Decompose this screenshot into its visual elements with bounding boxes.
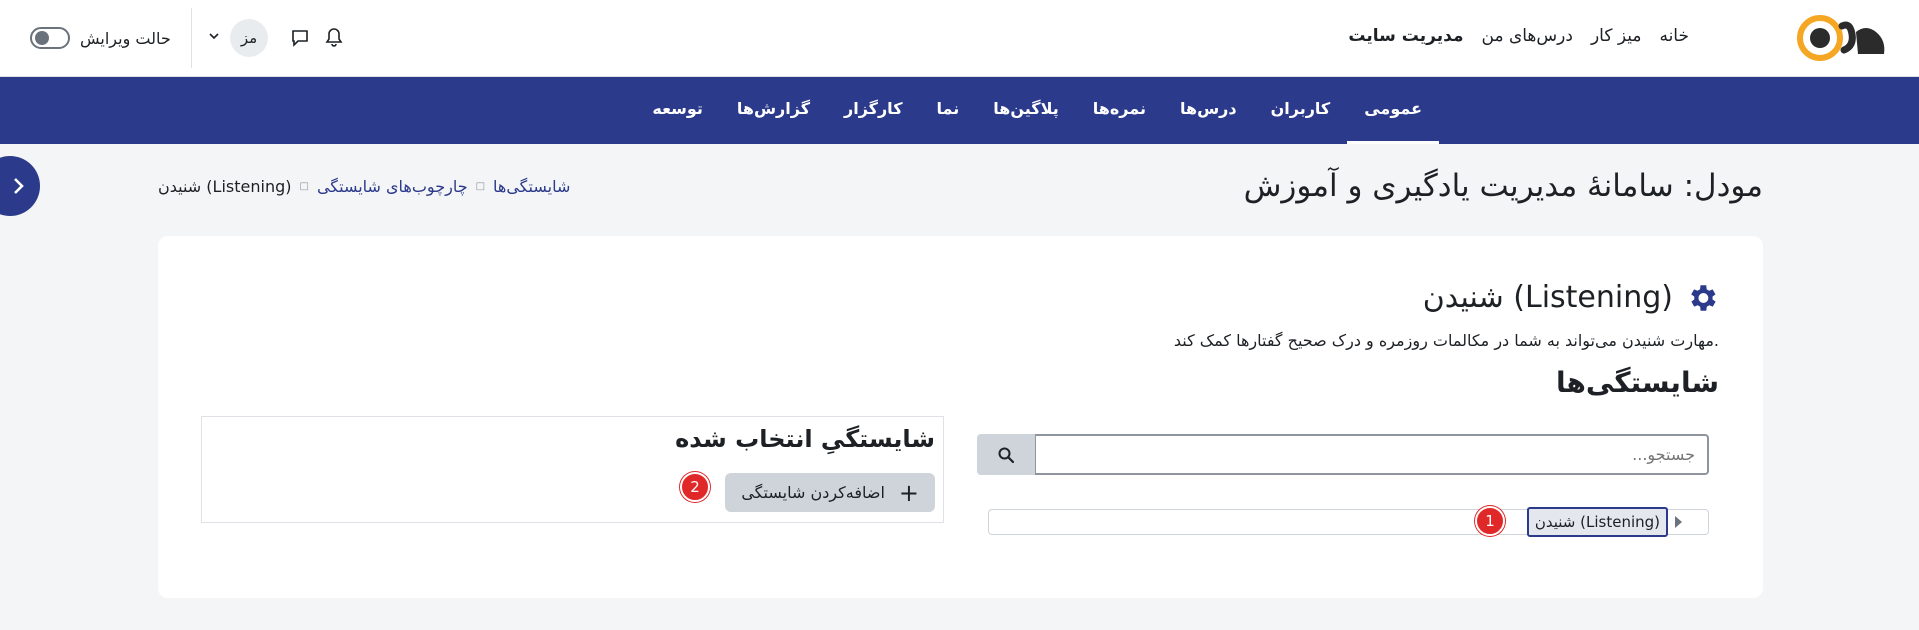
chevron-right-icon [14, 178, 24, 194]
selected-competency-panel: شایستگیِ انتخاب شده اضافه‌کردن شایستگی + [201, 416, 944, 523]
bell-icon[interactable] [325, 27, 343, 53]
site-logo[interactable] [1796, 12, 1892, 64]
toggle-knob [35, 31, 49, 45]
plus-icon: + [898, 478, 919, 507]
nav-home[interactable]: خانه [1659, 26, 1689, 46]
step-badge-1: 1 [1475, 506, 1505, 536]
framework-title: شنیدن (Listening) [1422, 280, 1673, 315]
competency-tree: شنیدن (Listening) [988, 507, 1709, 537]
gear-icon[interactable] [1685, 281, 1719, 315]
competency-search [977, 434, 1709, 475]
tab-users[interactable]: کاربران [1254, 77, 1348, 144]
tab-development[interactable]: توسعه [635, 77, 720, 144]
tab-grades[interactable]: نمره‌ها [1076, 77, 1163, 144]
breadcrumb-competencies[interactable]: شایستگی‌ها [493, 177, 570, 196]
competencies-heading: شایستگی‌ها [1555, 366, 1719, 399]
selected-competency-title: شایستگیِ انتخاب شده [675, 425, 935, 453]
edit-mode-toggle[interactable] [30, 27, 70, 49]
user-avatar[interactable]: مز [230, 19, 268, 57]
step-badge-2: 2 [680, 472, 710, 502]
breadcrumb: شنیدن (Listening) □ چارچوب‌های شایستگی □… [158, 177, 570, 196]
top-navigation: خانه میز کار درس‌های من مدیریت سایت [1348, 26, 1689, 46]
top-header: خانه میز کار درس‌های من مدیریت سایت حالت… [0, 0, 1919, 77]
header-divider [191, 8, 192, 68]
nav-site-admin[interactable]: مدیریت سایت [1348, 26, 1463, 46]
add-competency-button[interactable]: اضافه‌کردن شایستگی + [725, 473, 935, 512]
framework-description: مهارت شنیدن می‌تواند به شما در مکالمات ر… [1173, 331, 1719, 350]
breadcrumb-frameworks[interactable]: چارچوب‌های شایستگی [317, 177, 468, 196]
search-input[interactable] [1035, 434, 1709, 475]
framework-heading: شنیدن (Listening) [1423, 280, 1719, 315]
nav-dashboard[interactable]: میز کار [1591, 26, 1642, 46]
edit-mode-label: حالت ویرایش [80, 28, 171, 48]
tree-expand-icon[interactable] [1675, 516, 1682, 528]
edit-mode-control: حالت ویرایش [30, 17, 171, 59]
chevron-down-icon[interactable] [208, 30, 220, 45]
tab-reports[interactable]: گزارش‌ها [720, 77, 827, 144]
page-title: مودل: سامانهٔ مدیریت یادگیری و آموزش [1243, 168, 1763, 204]
tab-appearance[interactable]: نما [920, 77, 977, 144]
tree-node-listening[interactable]: شنیدن (Listening) [1526, 507, 1668, 537]
search-icon [998, 447, 1015, 463]
tab-server[interactable]: کارگزار [827, 77, 919, 144]
main-card: شنیدن (Listening) مهارت شنیدن می‌تواند ب… [158, 236, 1763, 598]
message-icon[interactable] [290, 28, 310, 52]
open-drawer-button[interactable] [0, 156, 40, 216]
tab-plugins[interactable]: پلاگین‌ها [976, 77, 1076, 144]
breadcrumb-separator: □ [475, 181, 486, 192]
tab-general[interactable]: عمومی [1347, 77, 1439, 144]
nav-my-courses[interactable]: درس‌های من [1482, 26, 1573, 46]
tab-courses[interactable]: درس‌ها [1163, 77, 1254, 144]
search-button[interactable] [977, 434, 1035, 475]
primary-navigation: عمومی کاربران درس‌ها نمره‌ها پلاگین‌ها ن… [0, 77, 1919, 144]
breadcrumb-separator: □ [299, 181, 309, 192]
breadcrumb-current: شنیدن (Listening) [158, 177, 292, 196]
add-competency-label: اضافه‌کردن شایستگی [741, 483, 885, 502]
